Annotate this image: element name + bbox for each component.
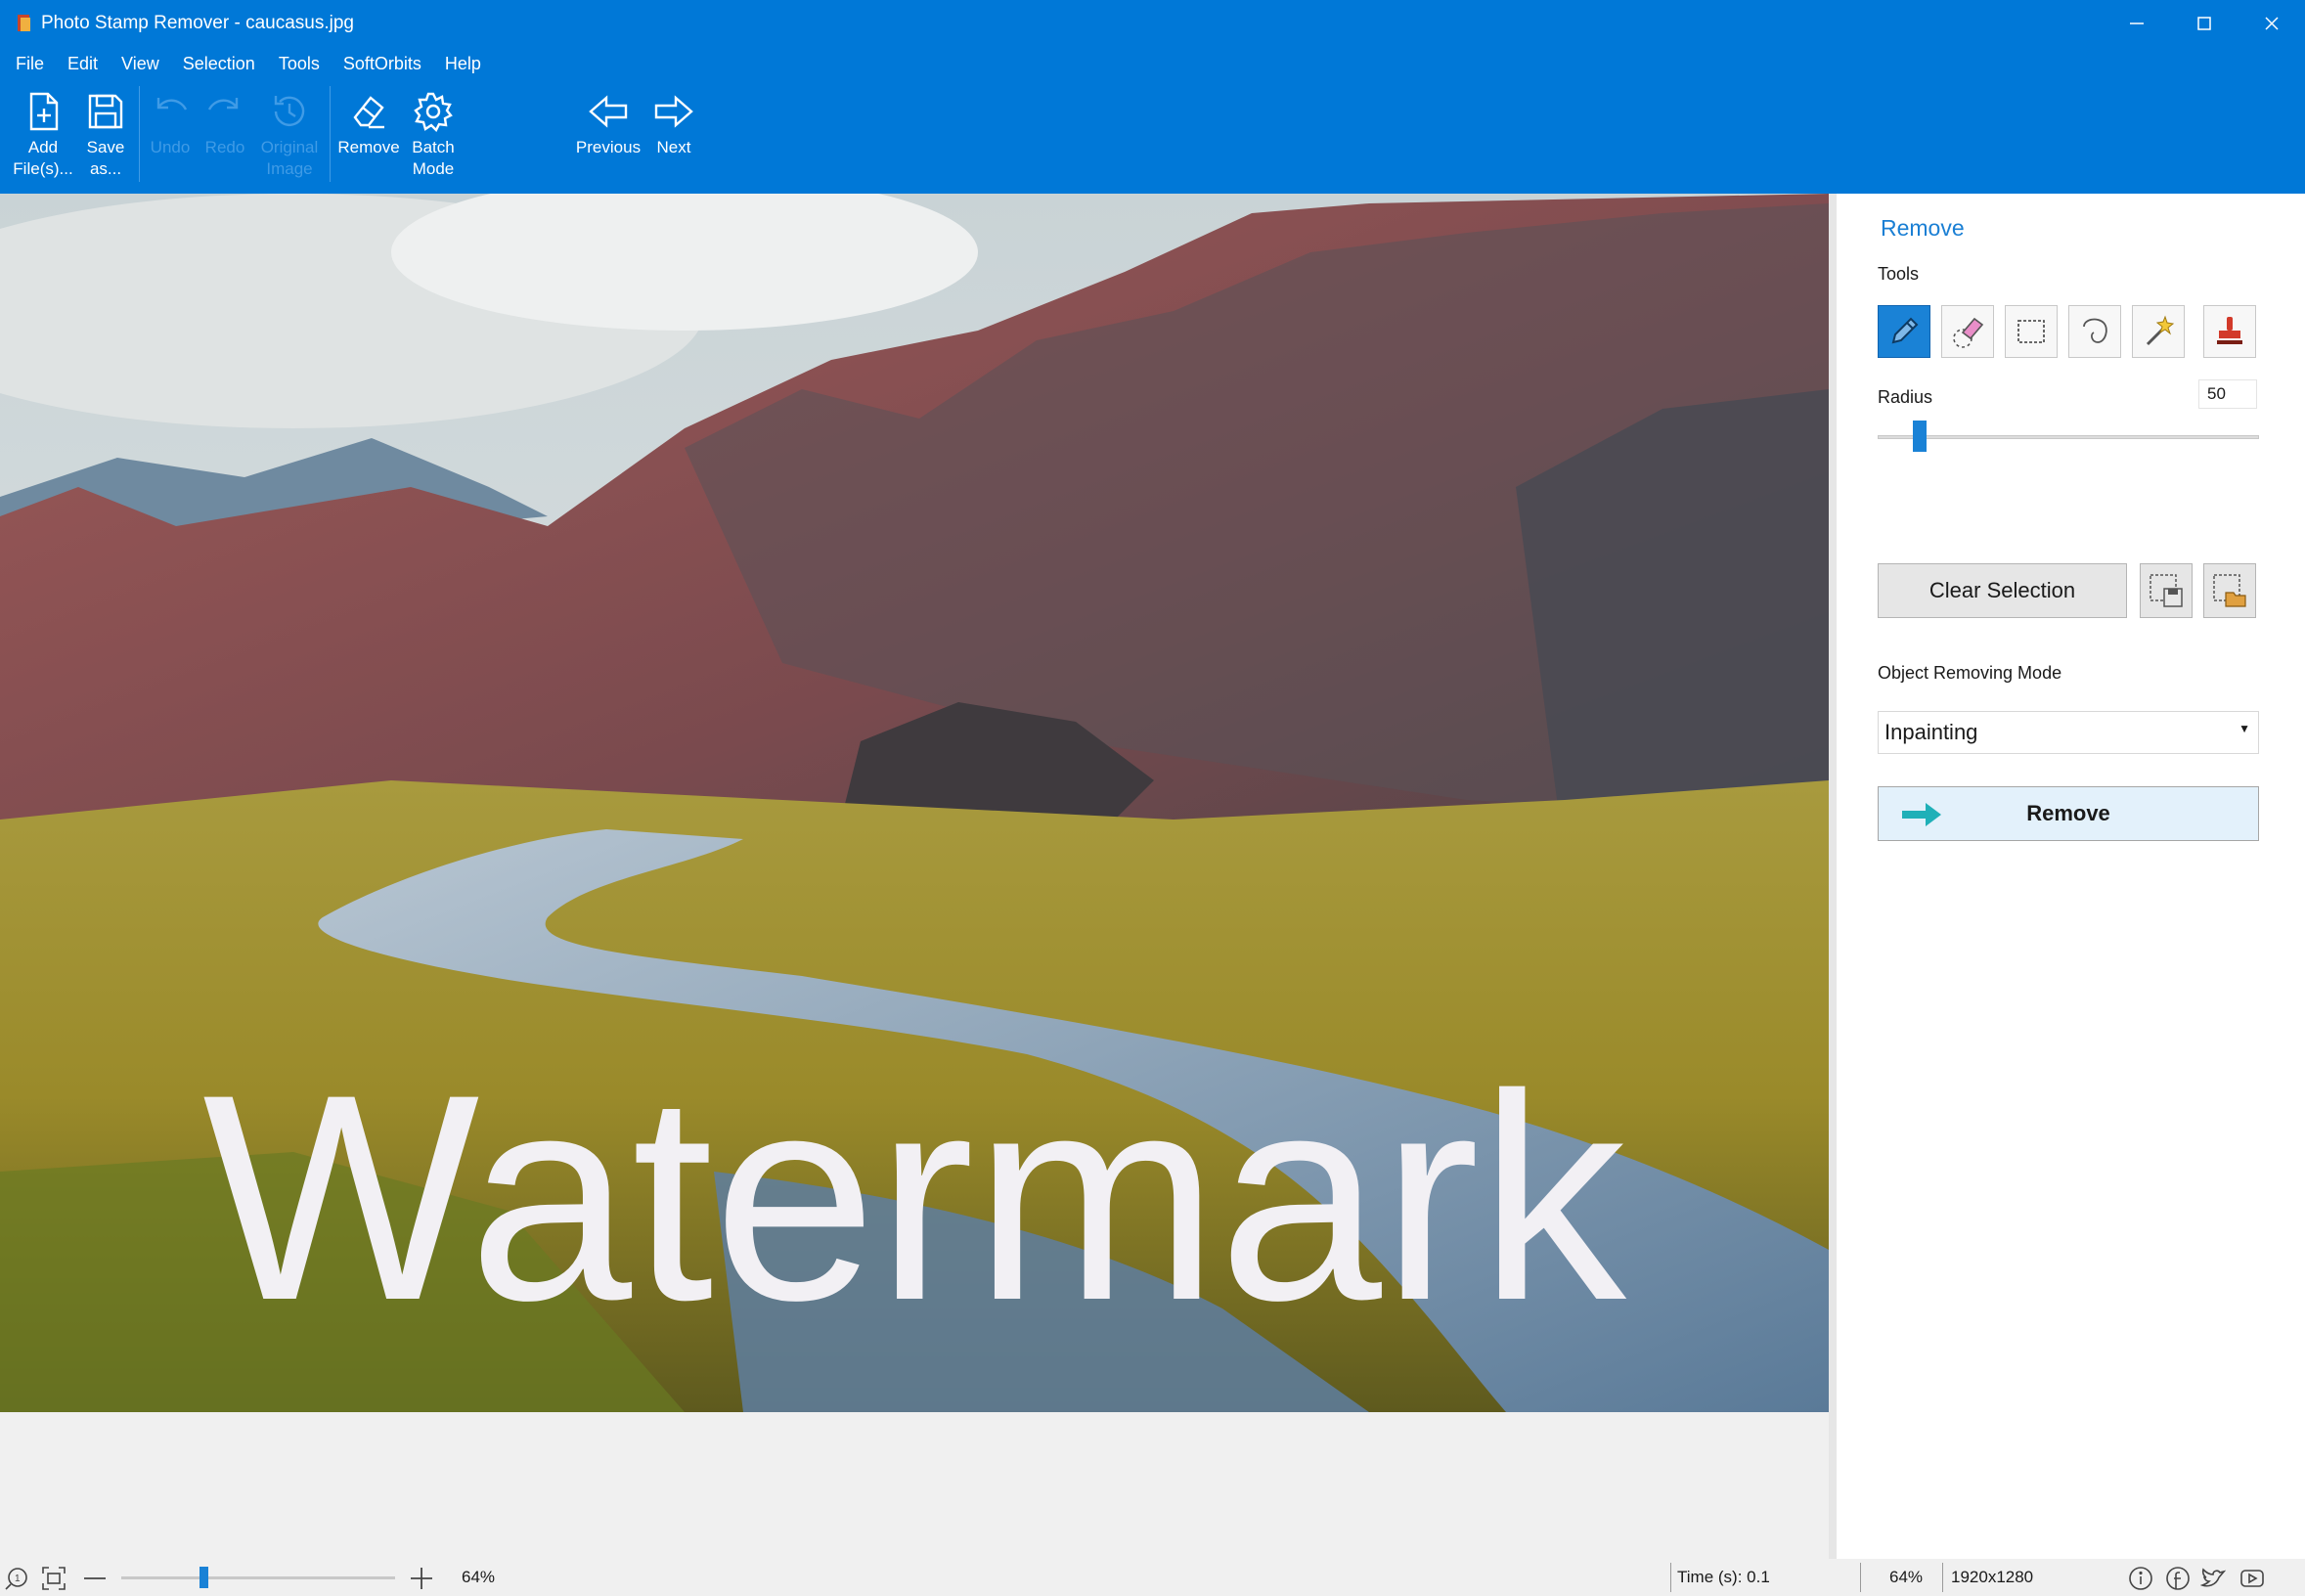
rect-select-icon — [2017, 320, 2045, 343]
app-icon — [18, 15, 30, 31]
undo-icon — [156, 98, 188, 111]
image-size: 1920x1280 — [1951, 1568, 2034, 1586]
previous-button[interactable]: Previous — [571, 80, 645, 194]
pencil-icon — [1891, 317, 1919, 344]
maximize-icon — [2196, 17, 2211, 30]
arrow-left-icon — [589, 95, 628, 128]
magic-wand-icon — [2146, 315, 2175, 346]
remove-panel: Remove Tools Radius 50 Clear Selection O… — [1829, 194, 2305, 1559]
youtube-icon[interactable] — [2239, 1566, 2265, 1591]
add-file-icon — [29, 92, 59, 131]
lasso-icon — [2083, 318, 2107, 343]
close-icon — [2264, 17, 2279, 30]
menu-bar: File Edit View Selection Tools SoftOrbit… — [0, 47, 2305, 80]
image-canvas[interactable]: Watermark — [0, 194, 1829, 1559]
zoom-out-icon[interactable] — [82, 1566, 108, 1591]
tools-label: Tools — [1878, 264, 1920, 284]
save-selection-icon — [2150, 574, 2183, 607]
zoom-icon[interactable]: 1 — [4, 1566, 29, 1591]
zoom-slider-track[interactable] — [121, 1576, 395, 1579]
info-icon[interactable] — [2128, 1566, 2153, 1591]
zoom-slider-thumb[interactable] — [199, 1567, 208, 1588]
arrow-right-icon — [654, 95, 693, 128]
status-separator — [1670, 1563, 1671, 1592]
redo-icon — [207, 98, 239, 111]
remove-button[interactable]: Remove — [1878, 786, 2259, 841]
zoom-readout: 64% — [1889, 1568, 1924, 1586]
stamp-icon — [2217, 317, 2242, 344]
title-bar: Photo Stamp Remover - caucasus.jpg — [0, 0, 2305, 47]
arrow-right-icon — [1902, 803, 1941, 826]
pencil-tool-button[interactable] — [1878, 305, 1930, 358]
photo-image[interactable]: Watermark — [0, 194, 1829, 1412]
load-selection-button[interactable] — [2203, 563, 2256, 618]
zoom-in-icon[interactable] — [409, 1566, 434, 1591]
minimize-button[interactable] — [2103, 0, 2170, 47]
radius-slider-track[interactable] — [1878, 435, 2259, 439]
lasso-tool-button[interactable] — [2068, 305, 2121, 358]
radius-input[interactable]: 50 — [2198, 379, 2257, 409]
status-bar: 1 64% Time (s): 0.1 64% 1920x1280 — [0, 1559, 2305, 1596]
radius-label: Radius — [1878, 387, 1933, 407]
eraser-tool-button[interactable] — [1941, 305, 1994, 358]
close-button[interactable] — [2238, 0, 2305, 47]
next-button[interactable]: Next — [645, 80, 702, 194]
original-image-button[interactable]: Original Image — [252, 80, 327, 194]
save-selection-button[interactable] — [2140, 563, 2193, 618]
toolbar: Add File(s)... Save as... Undo Redo Orig… — [0, 80, 2305, 194]
mode-label: Object Removing Mode — [1878, 663, 2062, 683]
save-icon — [88, 94, 123, 129]
status-separator — [1942, 1563, 1943, 1592]
remove-tool-button[interactable]: Remove — [332, 80, 405, 194]
landscape-photo: Watermark — [0, 194, 1829, 1412]
rect-select-tool-button[interactable] — [2005, 305, 2058, 358]
facebook-icon[interactable] — [2165, 1566, 2191, 1591]
clear-selection-button[interactable]: Clear Selection — [1878, 563, 2127, 618]
load-selection-icon — [2213, 574, 2246, 607]
batch-mode-button[interactable]: Batch Mode — [405, 80, 462, 194]
status-separator — [1860, 1563, 1861, 1592]
save-as-button[interactable]: Save as... — [76, 80, 135, 194]
minimize-icon — [2129, 22, 2144, 24]
menu-softorbits[interactable]: SoftOrbits — [343, 54, 421, 74]
svg-text:1: 1 — [15, 1574, 21, 1584]
removing-mode-select[interactable]: Inpainting ▼ — [1878, 711, 2259, 754]
undo-button[interactable]: Undo — [143, 80, 198, 194]
time-readout: Time (s): 0.1 — [1677, 1568, 1770, 1586]
radius-slider-thumb[interactable] — [1912, 421, 1927, 452]
menu-help[interactable]: Help — [445, 54, 481, 74]
panel-title: Remove — [1881, 215, 1965, 241]
redo-button[interactable]: Redo — [198, 80, 252, 194]
menu-view[interactable]: View — [121, 54, 159, 74]
toolbar-separator — [139, 86, 140, 182]
toolbar-separator — [330, 86, 331, 182]
chevron-down-icon: ▼ — [2239, 722, 2250, 735]
add-files-button[interactable]: Add File(s)... — [10, 80, 76, 194]
magic-wand-tool-button[interactable] — [2132, 305, 2185, 358]
menu-file[interactable]: File — [16, 54, 44, 74]
remove-button-label: Remove — [2026, 801, 2110, 825]
gear-icon — [414, 92, 453, 133]
menu-selection[interactable]: Selection — [183, 54, 255, 74]
menu-edit[interactable]: Edit — [67, 54, 98, 74]
zoom-percent: 64% — [462, 1568, 496, 1586]
twitter-icon[interactable] — [2200, 1566, 2226, 1591]
watermark-text: Watermark — [202, 1033, 1630, 1361]
window-title: Photo Stamp Remover - caucasus.jpg — [41, 13, 354, 33]
menu-tools[interactable]: Tools — [279, 54, 320, 74]
eraser-icon — [353, 96, 384, 129]
fit-screen-icon[interactable] — [41, 1566, 66, 1591]
mode-select-value: Inpainting — [1884, 720, 1978, 744]
history-icon — [274, 96, 305, 126]
eraser-icon — [1953, 317, 1984, 348]
maximize-button[interactable] — [2170, 0, 2238, 47]
stamp-tool-button[interactable] — [2203, 305, 2256, 358]
